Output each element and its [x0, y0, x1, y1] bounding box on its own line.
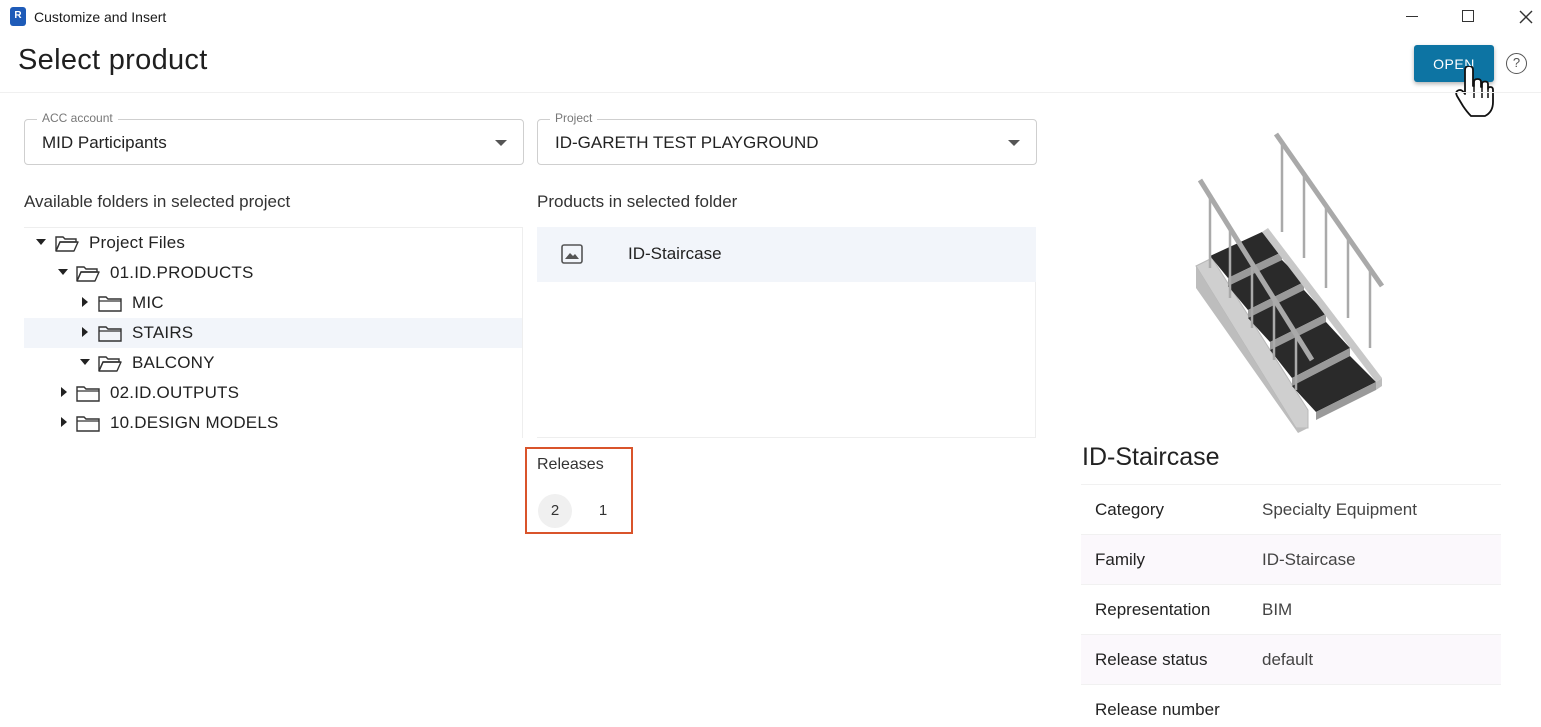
folders-heading: Available folders in selected project — [24, 192, 291, 211]
product-preview-image — [1195, 132, 1385, 433]
detail-value: BIM — [1262, 600, 1293, 619]
tree-item-label: 10.DESIGN MODELS — [110, 413, 279, 432]
maximize-button[interactable] — [1448, 4, 1488, 30]
detail-table: Category Specialty Equipment Family ID-S… — [1081, 484, 1501, 727]
title-bar: R Customize and Insert — [0, 0, 1541, 34]
acc-account-label: ACC account — [37, 111, 118, 125]
product-item-id-staircase[interactable]: ID-Staircase — [537, 227, 1036, 282]
releases-panel: Releases 2 1 — [525, 447, 633, 534]
detail-value: default — [1262, 650, 1314, 669]
caret-down-icon[interactable] — [80, 359, 90, 365]
detail-row-family: Family ID-Staircase — [1081, 534, 1501, 584]
detail-key: Family — [1095, 550, 1146, 569]
minimize-button[interactable] — [1392, 4, 1432, 30]
detail-title: ID-Staircase — [1082, 443, 1220, 471]
maximize-icon — [1462, 10, 1474, 22]
folder-tree: Project Files 01.ID.PRODUCTS MIC STAIRS — [24, 227, 523, 438]
close-button[interactable] — [1506, 4, 1541, 30]
detail-key: Representation — [1095, 600, 1211, 619]
products-list: ID-Staircase — [537, 227, 1036, 438]
detail-key: Release status — [1095, 650, 1208, 669]
tree-item-10-design-models[interactable]: 10.DESIGN MODELS — [24, 408, 522, 438]
caret-right-icon[interactable] — [82, 297, 88, 307]
detail-value: Specialty Equipment — [1262, 500, 1417, 519]
tree-item-label: BALCONY — [132, 353, 215, 372]
project-select[interactable]: Project ID-GARETH TEST PLAYGROUND — [537, 111, 1037, 165]
folder-open-icon — [76, 266, 100, 282]
folder-icon — [98, 326, 122, 342]
folder-icon — [98, 296, 122, 312]
folder-icon — [76, 416, 100, 432]
tree-item-label: 01.ID.PRODUCTS — [110, 263, 254, 282]
tree-item-stairs[interactable]: STAIRS — [24, 318, 522, 348]
folder-open-icon — [98, 356, 122, 372]
tree-item-mic[interactable]: MIC — [24, 288, 522, 318]
release-chip-2[interactable]: 2 — [538, 494, 572, 528]
help-icon[interactable]: ? — [1506, 53, 1527, 74]
tree-item-label: Project Files — [89, 233, 186, 252]
tree-item-project-files[interactable]: Project Files — [24, 228, 522, 258]
header-divider — [0, 92, 1541, 93]
caret-right-icon[interactable] — [61, 387, 67, 397]
close-icon — [1519, 10, 1533, 24]
chevron-down-icon — [1008, 140, 1020, 146]
folder-icon — [76, 386, 100, 402]
tree-item-label: 02.ID.OUTPUTS — [110, 383, 240, 402]
detail-value: ID-Staircase — [1262, 550, 1356, 569]
folder-open-icon — [55, 236, 79, 252]
detail-row-category: Category Specialty Equipment — [1081, 484, 1501, 534]
caret-right-icon[interactable] — [82, 327, 88, 337]
chevron-down-icon — [495, 140, 507, 146]
caret-right-icon[interactable] — [61, 417, 67, 427]
image-icon — [561, 244, 583, 264]
tree-item-02-id-outputs[interactable]: 02.ID.OUTPUTS — [24, 378, 522, 408]
window-title: Customize and Insert — [34, 9, 167, 25]
tree-item-01-id-products[interactable]: 01.ID.PRODUCTS — [24, 258, 522, 288]
release-chip-1[interactable]: 1 — [586, 494, 620, 528]
page-title: Select product — [18, 44, 208, 76]
caret-down-icon[interactable] — [36, 239, 46, 245]
tree-item-label: MIC — [132, 293, 164, 312]
detail-key: Release number — [1095, 700, 1220, 719]
detail-row-release-number: Release number — [1081, 684, 1501, 727]
product-name: ID-Staircase — [628, 244, 722, 263]
tree-item-balcony[interactable]: BALCONY — [24, 348, 522, 378]
minimize-icon — [1406, 16, 1418, 17]
detail-key: Category — [1095, 500, 1164, 519]
releases-title: Releases — [537, 456, 604, 473]
project-value: ID-GARETH TEST PLAYGROUND — [555, 133, 819, 152]
detail-row-representation: Representation BIM — [1081, 584, 1501, 634]
tree-item-label: STAIRS — [132, 323, 194, 342]
project-label: Project — [550, 111, 598, 125]
app-icon: R — [10, 7, 26, 26]
products-heading: Products in selected folder — [537, 192, 738, 211]
acc-account-select[interactable]: ACC account MID Participants — [24, 111, 524, 165]
caret-down-icon[interactable] — [58, 269, 68, 275]
detail-row-release-status: Release status default — [1081, 634, 1501, 684]
acc-account-value: MID Participants — [42, 133, 167, 152]
